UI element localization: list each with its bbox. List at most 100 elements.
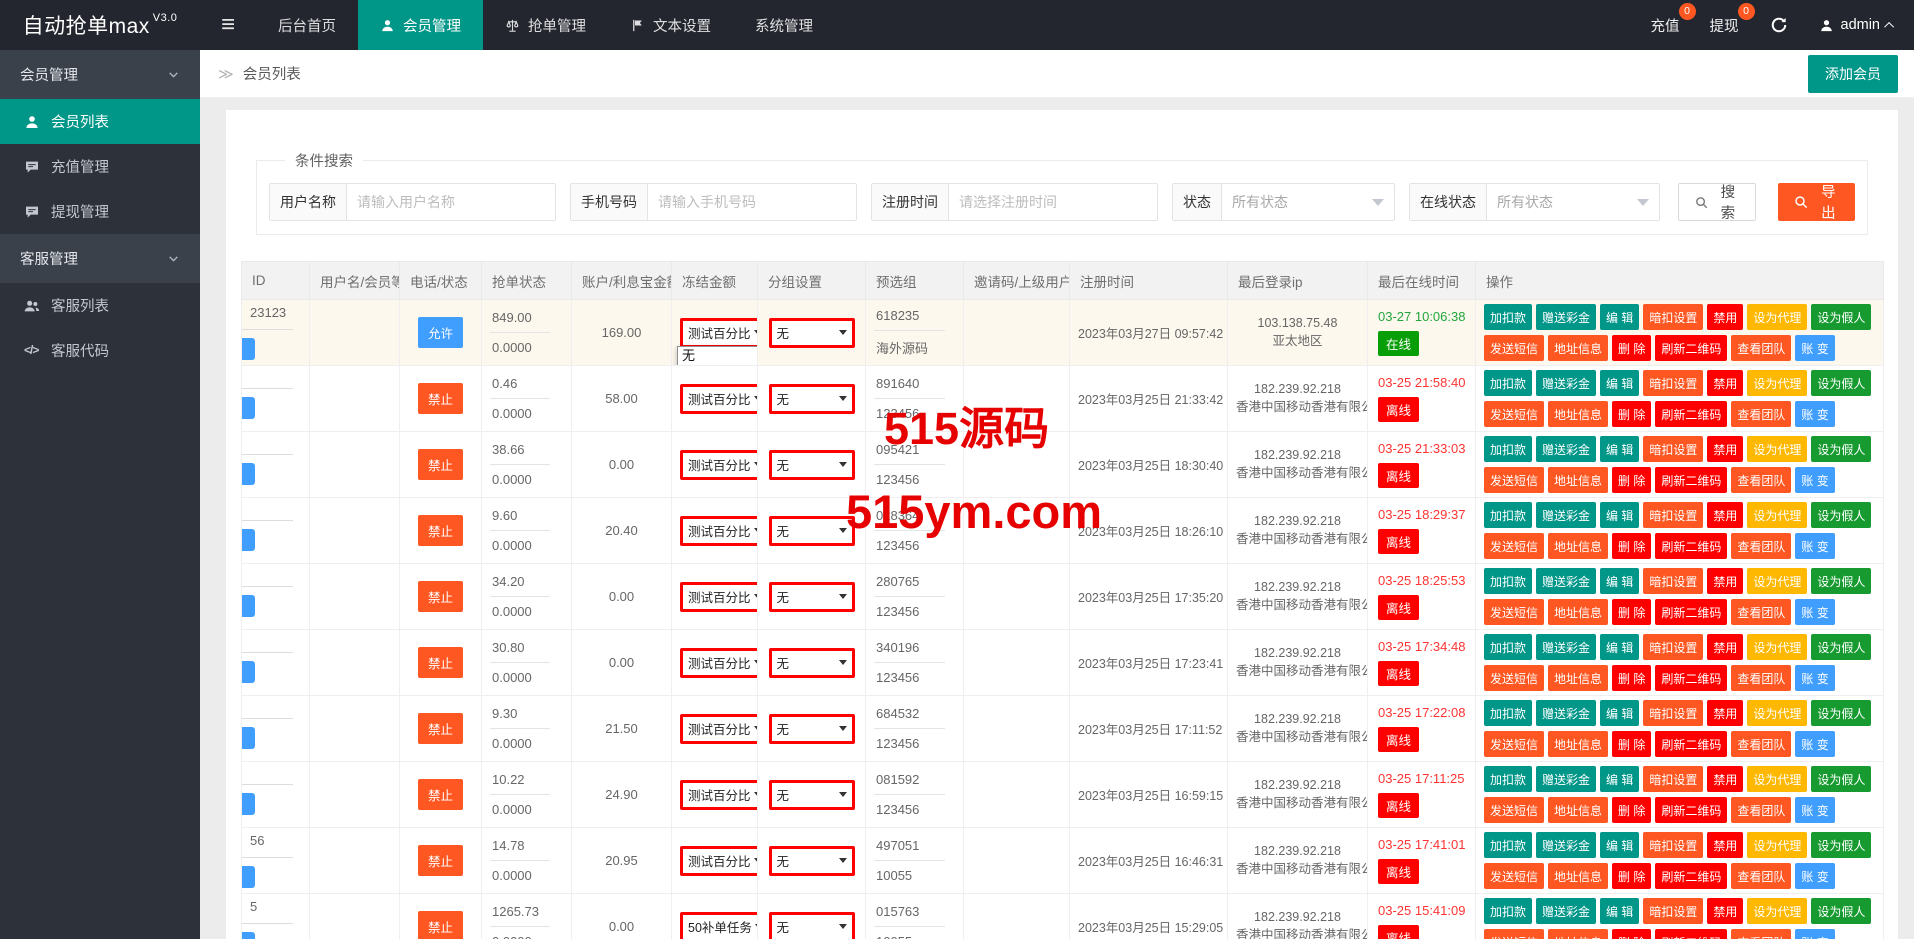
action-button[interactable]: 查看团队	[1731, 797, 1791, 823]
top-nav-item[interactable]: 会员管理	[358, 0, 483, 50]
add-member-button[interactable]: 添加会员	[1808, 55, 1898, 93]
action-button[interactable]: 删 除	[1612, 665, 1651, 691]
action-button[interactable]: 删 除	[1612, 797, 1651, 823]
action-button[interactable]: 删 除	[1612, 731, 1651, 757]
action-button[interactable]: 地址信息	[1548, 731, 1608, 757]
action-button[interactable]: 查看团队	[1731, 533, 1791, 559]
action-button[interactable]: 编 辑	[1600, 766, 1639, 792]
export-button[interactable]: 导 出	[1778, 183, 1855, 221]
action-button[interactable]: 账 变	[1795, 533, 1834, 559]
action-button[interactable]: 账 变	[1795, 797, 1834, 823]
action-button[interactable]: 暗扣设置	[1643, 568, 1703, 594]
sidebar-item[interactable]: 提现管理	[0, 189, 200, 234]
sidebar-item[interactable]: 会员列表	[0, 99, 200, 144]
group-select[interactable]: 测试百分比	[680, 516, 758, 546]
action-button[interactable]: 设为假人	[1811, 568, 1871, 594]
action-button[interactable]: 设为代理	[1747, 832, 1807, 858]
search-input[interactable]	[949, 184, 1157, 220]
group-select[interactable]: 测试百分比	[680, 780, 758, 810]
action-button[interactable]: 删 除	[1612, 335, 1651, 361]
action-button[interactable]: 查看团队	[1731, 665, 1791, 691]
action-button[interactable]: 暗扣设置	[1643, 370, 1703, 396]
preselect-select[interactable]: 无	[769, 648, 855, 678]
group-select[interactable]: 测试百分比	[680, 384, 758, 414]
action-button[interactable]: 查看团队	[1731, 467, 1791, 493]
group-select[interactable]: 测试百分比	[680, 450, 758, 480]
group-select[interactable]: 测试百分比	[680, 846, 758, 876]
action-button[interactable]: 赠送彩金	[1536, 502, 1596, 528]
action-button[interactable]: 赠送彩金	[1536, 766, 1596, 792]
withdraw-nav-item[interactable]: 提现 0	[1710, 15, 1739, 36]
status-button[interactable]: 禁止	[418, 581, 463, 612]
action-button[interactable]: 赠送彩金	[1536, 370, 1596, 396]
action-button[interactable]: 发送短信	[1484, 401, 1544, 427]
action-button[interactable]: 设为假人	[1811, 370, 1871, 396]
hamburger-icon[interactable]: ≡	[200, 0, 256, 50]
action-button[interactable]: 发送短信	[1484, 335, 1544, 361]
preselect-select[interactable]: 无	[769, 384, 855, 414]
action-button[interactable]: 禁用	[1707, 898, 1743, 924]
action-button[interactable]: 查看团队	[1731, 335, 1791, 361]
action-button[interactable]: 发送短信	[1484, 533, 1544, 559]
sidebar-item[interactable]: </>客服代码	[0, 328, 200, 373]
action-button[interactable]: 发送短信	[1484, 797, 1544, 823]
action-button[interactable]: 赠送彩金	[1536, 304, 1596, 330]
action-button[interactable]: 账 变	[1795, 467, 1834, 493]
status-button[interactable]: 禁止	[418, 647, 463, 678]
action-button[interactable]: 赠送彩金	[1536, 832, 1596, 858]
action-button[interactable]: 账 变	[1795, 863, 1834, 889]
dropdown-option[interactable]: 无	[678, 347, 758, 365]
action-button[interactable]: 账 变	[1795, 335, 1834, 361]
action-button[interactable]: 刷新二维码	[1655, 599, 1727, 625]
action-button[interactable]: 账 变	[1795, 401, 1834, 427]
action-button[interactable]: 发送短信	[1484, 863, 1544, 889]
action-button[interactable]: 设为假人	[1811, 766, 1871, 792]
action-button[interactable]: 暗扣设置	[1643, 832, 1703, 858]
action-button[interactable]: 编 辑	[1600, 634, 1639, 660]
recharge-nav-item[interactable]: 充值 0	[1651, 15, 1680, 36]
action-button[interactable]: 禁用	[1707, 502, 1743, 528]
action-button[interactable]: 编 辑	[1600, 304, 1639, 330]
action-button[interactable]: 发送短信	[1484, 665, 1544, 691]
preselect-select[interactable]: 无	[769, 780, 855, 810]
action-button[interactable]: 删 除	[1612, 863, 1651, 889]
action-button[interactable]: 刷新二维码	[1655, 335, 1727, 361]
sidebar-item[interactable]: 充值管理	[0, 144, 200, 189]
search-button[interactable]: 搜 索	[1678, 183, 1756, 221]
action-button[interactable]: 编 辑	[1600, 502, 1639, 528]
action-button[interactable]: 地址信息	[1548, 863, 1608, 889]
preselect-select[interactable]: 无	[769, 450, 855, 480]
action-button[interactable]: 发送短信	[1484, 467, 1544, 493]
action-button[interactable]: 查看团队	[1731, 599, 1791, 625]
action-button[interactable]: 发送短信	[1484, 599, 1544, 625]
action-button[interactable]: 刷新二维码	[1655, 863, 1727, 889]
preselect-select[interactable]: 无	[769, 714, 855, 744]
top-nav-item[interactable]: 抢单管理	[483, 0, 608, 50]
action-button[interactable]: 禁用	[1707, 436, 1743, 462]
action-button[interactable]: 暗扣设置	[1643, 502, 1703, 528]
select-field[interactable]: 所有状态	[1222, 184, 1394, 220]
action-button[interactable]: 加扣款	[1484, 568, 1532, 594]
action-button[interactable]: 刷新二维码	[1655, 797, 1727, 823]
refresh-icon[interactable]	[1769, 15, 1789, 35]
group-select[interactable]: 测试百分比	[680, 582, 758, 612]
action-button[interactable]: 刷新二维码	[1655, 731, 1727, 757]
action-button[interactable]: 删 除	[1612, 533, 1651, 559]
action-button[interactable]: 设为代理	[1747, 370, 1807, 396]
action-button[interactable]: 暗扣设置	[1643, 304, 1703, 330]
action-button[interactable]: 设为代理	[1747, 304, 1807, 330]
action-button[interactable]: 赠送彩金	[1536, 634, 1596, 660]
action-button[interactable]: 暗扣设置	[1643, 766, 1703, 792]
action-button[interactable]: 加扣款	[1484, 898, 1532, 924]
action-button[interactable]: 禁用	[1707, 766, 1743, 792]
action-button[interactable]: 地址信息	[1548, 533, 1608, 559]
action-button[interactable]: 设为假人	[1811, 832, 1871, 858]
preselect-select[interactable]: 无	[769, 846, 855, 876]
action-button[interactable]: 地址信息	[1548, 335, 1608, 361]
action-button[interactable]: 加扣款	[1484, 700, 1532, 726]
preselect-select[interactable]: 无	[769, 582, 855, 612]
action-button[interactable]: 设为假人	[1811, 700, 1871, 726]
action-button[interactable]: 加扣款	[1484, 766, 1532, 792]
action-button[interactable]: 账 变	[1795, 929, 1834, 939]
action-button[interactable]: 账 变	[1795, 731, 1834, 757]
